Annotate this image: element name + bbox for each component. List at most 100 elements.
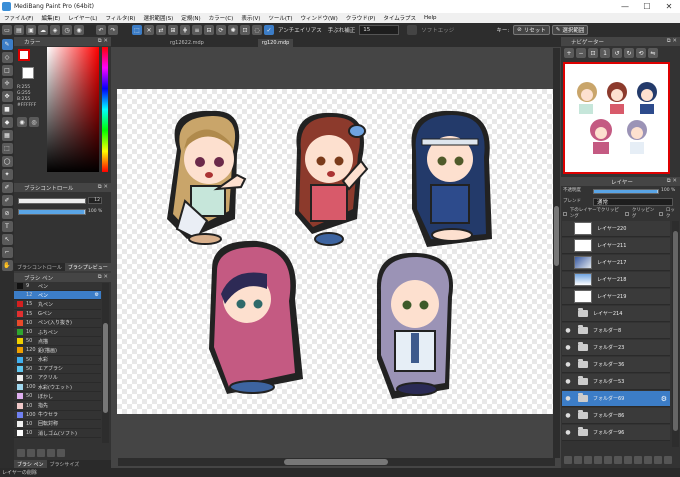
hand-tool-icon[interactable]: ✋ [1, 260, 13, 271]
flip-horizontal-icon[interactable]: ⇋ [648, 48, 658, 58]
rotate-right-icon[interactable]: ↻ [624, 48, 634, 58]
panel-close-icon[interactable]: ⧉ ✕ [98, 38, 108, 45]
brush-size-slider[interactable] [18, 197, 86, 204]
eyedropper-tool-icon[interactable]: ⌐ [1, 247, 13, 258]
brush-tool-icon[interactable]: ✎ [1, 39, 13, 50]
primary-color-swatch[interactable] [18, 49, 30, 61]
move-tool-icon[interactable]: ✢ [1, 78, 13, 89]
correction-select[interactable]: 15 [359, 25, 400, 35]
brush-list-item[interactable]: 100 水彩(ウエット) [14, 383, 101, 393]
select-all-icon[interactable]: ⬚ [132, 25, 142, 35]
invert-selection-icon[interactable]: ⇄ [156, 25, 166, 35]
select-eraser-tool-icon[interactable]: ✐ [1, 195, 13, 206]
actual-size-icon[interactable]: 1 [600, 48, 610, 58]
duplicate-layer-icon[interactable] [614, 456, 622, 464]
layer-folder-row[interactable]: ● フォルダー69 ⚙ [562, 391, 670, 408]
layer-folder-row[interactable]: ● フォルダー23 [562, 340, 670, 357]
canvas-vertical-scrollbar[interactable] [553, 48, 560, 458]
fill-selection-button[interactable]: ✎ 選択範囲 [551, 25, 589, 35]
menu-help[interactable]: Help [420, 15, 441, 21]
protect-alpha-checkbox[interactable]: 下のレイヤーでクリッピング [570, 208, 622, 220]
visibility-eye-icon[interactable] [562, 255, 574, 270]
layer-opacity-slider[interactable] [593, 188, 659, 194]
hand-pan-tool-icon[interactable]: ✥ [1, 91, 13, 102]
menu-color[interactable]: カラー(C) [205, 14, 238, 22]
snap-icon[interactable]: ≡ [192, 25, 202, 35]
doc-tab-2[interactable]: rg120.mdp [257, 39, 294, 47]
panel-close-icon[interactable]: ⧉ ✕ [667, 38, 677, 45]
brush-list-item[interactable]: 100 牛ウセラ [14, 411, 101, 420]
divide-tool-icon[interactable]: ⊘ [1, 208, 13, 219]
perspective-icon[interactable]: ⊡ [240, 25, 250, 35]
menu-ruler[interactable]: 定規(N) [177, 14, 204, 22]
brush-list-item[interactable]: 10 ふちペン [14, 328, 101, 338]
panel-close-icon[interactable]: ⧉ ✕ [98, 184, 108, 191]
curve-snap-icon[interactable]: ◌ [252, 25, 262, 35]
clipping-checkbox[interactable]: クリッピング [632, 208, 656, 220]
visibility-eye-icon[interactable] [562, 289, 574, 304]
visibility-eye-icon[interactable]: ● [562, 357, 574, 372]
menu-tool[interactable]: ツール(T) [264, 14, 296, 22]
maximize-button[interactable]: ☐ [636, 0, 658, 13]
layer-properties-icon[interactable] [654, 456, 662, 464]
add-8bit-layer-icon[interactable] [584, 456, 592, 464]
magic-wand-tool-icon[interactable]: ✦ [1, 169, 13, 180]
brush-settings-icon[interactable]: ⚙ [95, 292, 99, 298]
add-layer-icon[interactable] [564, 456, 572, 464]
brush-size-value[interactable]: 12 [88, 197, 102, 204]
brush-list-item[interactable]: 15 丸ペン [14, 300, 101, 310]
brush-list-item[interactable]: 50 エアブラシ [14, 365, 101, 374]
antialias-checkbox[interactable]: ✓ [264, 25, 274, 35]
add-folder-icon[interactable] [604, 456, 612, 464]
fill-tool-icon[interactable]: ■ [1, 104, 13, 115]
select-tool-icon[interactable]: ⬚ [1, 143, 13, 154]
visibility-eye-icon[interactable]: ● [562, 340, 574, 355]
brush-list-item[interactable]: 12 ペン ⚙ [14, 291, 101, 301]
transform-icon[interactable]: ⊞ [168, 25, 178, 35]
layer-row[interactable]: レイヤー219 [562, 289, 670, 306]
dot-tool-icon[interactable]: □ [1, 65, 13, 76]
move-layer-up-icon[interactable] [634, 456, 642, 464]
visibility-eye-icon[interactable] [562, 221, 574, 236]
add-brush-icon[interactable] [17, 449, 25, 457]
redo-icon[interactable]: ↷ [108, 25, 118, 35]
add-halftone-layer-icon[interactable] [574, 456, 582, 464]
menu-window[interactable]: ウィンドウ(W) [297, 14, 342, 22]
brush-copy-icon[interactable] [47, 449, 55, 457]
reset-rotation-icon[interactable]: ⟲ [636, 48, 646, 58]
navigator-preview[interactable] [563, 62, 670, 174]
tab-brush-control[interactable]: ブラシコントロール [14, 263, 65, 271]
canvas[interactable] [117, 89, 557, 414]
new-file-icon[interactable]: ▭ [2, 25, 12, 35]
cloud-save-icon[interactable]: ☁ [38, 25, 48, 35]
rotate-left-icon[interactable]: ↺ [612, 48, 622, 58]
visibility-eye-icon[interactable]: ● [562, 408, 574, 423]
brush-list-item[interactable]: 50 水彩 [14, 356, 101, 365]
layer-row[interactable]: レイヤー217 [562, 255, 670, 272]
brush-folder-icon[interactable] [37, 449, 45, 457]
menu-layer[interactable]: レイヤー(L) [64, 14, 101, 22]
visibility-eye-icon[interactable]: ● [562, 323, 574, 338]
camera-icon[interactable]: ◉ [74, 25, 84, 35]
deselect-icon[interactable]: ✕ [144, 25, 154, 35]
save-icon[interactable]: ▣ [26, 25, 36, 35]
add-1bit-layer-icon[interactable] [594, 456, 602, 464]
brush-list-item[interactable]: 10 消しゴム(ソフト) [14, 429, 101, 439]
brush-list-item[interactable]: 120 鉛(描画) [14, 346, 101, 356]
radial-snap-icon[interactable]: ✺ [228, 25, 238, 35]
layer-list-scrollbar[interactable] [672, 221, 679, 447]
layer-row[interactable]: レイヤー211 [562, 238, 670, 255]
fit-view-icon[interactable]: ⊡ [588, 48, 598, 58]
minimize-button[interactable]: — [614, 0, 636, 13]
gradient-tool-icon[interactable]: ▦ [1, 130, 13, 141]
menu-file[interactable]: ファイル(F) [0, 14, 37, 22]
secondary-color-swatch[interactable] [22, 67, 34, 79]
layer-folder-row[interactable]: ● フォルダー36 [562, 357, 670, 374]
menu-edit[interactable]: 編集(E) [37, 14, 64, 22]
menu-view[interactable]: 表示(V) [237, 14, 264, 22]
reset-button[interactable]: ⊘ リセット [513, 25, 550, 35]
lasso-tool-icon[interactable]: ◯ [1, 156, 13, 167]
visibility-eye-icon[interactable] [562, 272, 574, 287]
panel-close-icon[interactable]: ⧉ ✕ [667, 178, 677, 185]
softedge-checkbox[interactable] [407, 25, 418, 35]
